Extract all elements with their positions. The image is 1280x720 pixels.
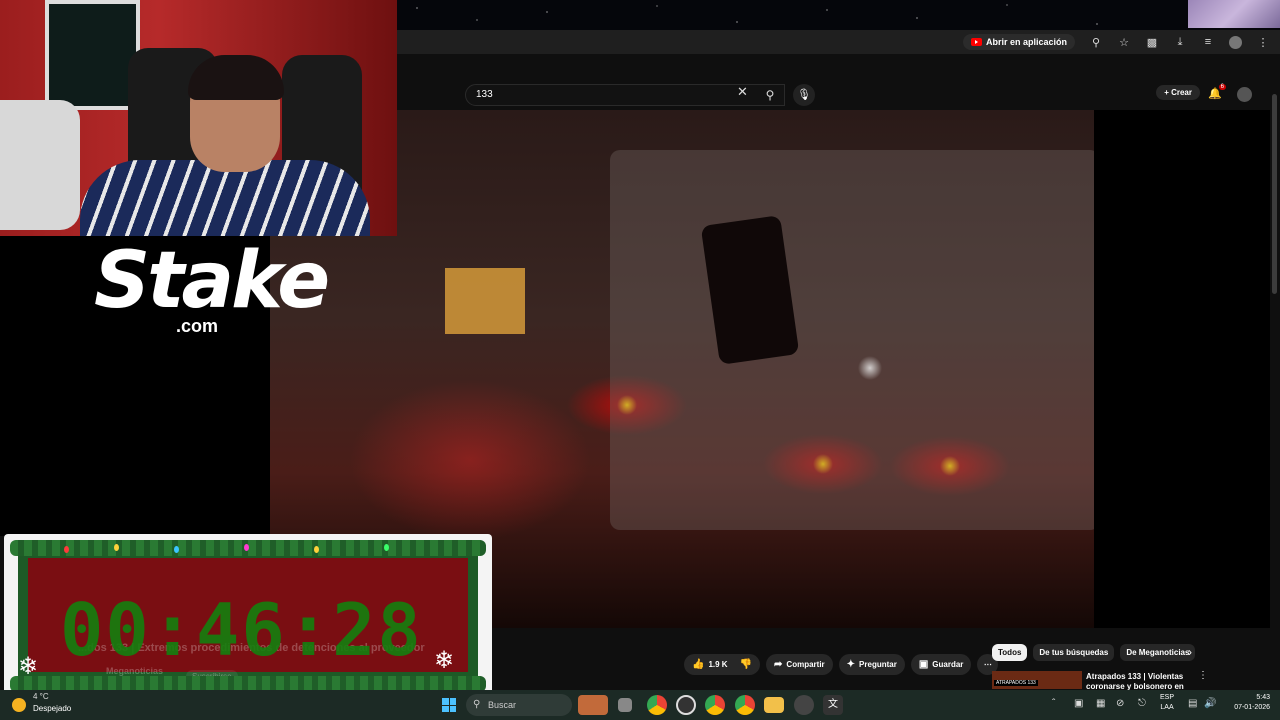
sparkle-icon: ✦: [846, 659, 856, 670]
tray-network-off-icon[interactable]: ⊘: [1116, 698, 1124, 709]
browser-toolbar: Abrir en aplicación ⚲ ☆ ▩ ⤓ ≡ ⋮: [397, 30, 1280, 54]
light-bulb-icon: [244, 544, 249, 551]
create-button[interactable]: + Crear: [1156, 85, 1200, 100]
timer-overlay: ...dos 133 | Extremos procedimientos de …: [4, 534, 492, 698]
search-icon: ⚲: [473, 699, 481, 710]
taskbar-search-label: Buscar: [488, 700, 517, 710]
recommendation-title[interactable]: Atrapados 133 | Violentas coronarse y bo…: [1086, 672, 1186, 690]
thumbs-down-icon[interactable]: 👎: [740, 659, 752, 670]
save-button[interactable]: ▣ Guardar: [910, 654, 972, 675]
webcam-person-hair: [188, 55, 284, 100]
video-sign-shape: [445, 268, 525, 334]
snowflake-icon: ❄: [434, 647, 455, 674]
weather-description: Despejado: [33, 704, 72, 713]
video-truck-shape: [610, 150, 1094, 530]
timer-frame: ...dos 133 | Extremos procedimientos de …: [18, 548, 478, 683]
corner-thumbnail: [1188, 0, 1280, 28]
related-chips: Todos De tus búsquedas De Meganoticias: [992, 644, 1196, 661]
chevron-right-icon[interactable]: ›: [1188, 645, 1192, 659]
download-icon[interactable]: ⤓: [1173, 36, 1187, 49]
countdown-timer: 00:46:28: [60, 588, 423, 672]
app-icon-dark[interactable]: [676, 695, 696, 715]
chip-all[interactable]: Todos: [992, 644, 1028, 661]
chip-from-channel[interactable]: De Meganoticias: [1120, 644, 1196, 661]
chrome-icon-profile[interactable]: [735, 695, 755, 715]
recommendation-thumbnail[interactable]: ATRAPADOS 133: [992, 671, 1082, 689]
light-bulb-icon: [384, 544, 389, 551]
language-indicator[interactable]: ESP LAA: [1160, 693, 1174, 713]
clear-search-icon[interactable]: ✕: [737, 84, 748, 100]
thumbs-up-icon: 👍: [692, 659, 705, 670]
share-icon: ➦: [774, 659, 783, 670]
taskbar-search[interactable]: ⚲ Buscar: [466, 694, 572, 716]
snowflake-icon: ❄: [18, 653, 39, 680]
recommendation-menu-icon[interactable]: ⋮: [1198, 670, 1208, 681]
language-top: ESP: [1160, 694, 1175, 701]
user-avatar[interactable]: [1237, 87, 1252, 102]
youtube-header: 133 ✕ ⚲ 🎙 + Crear 🔔 6: [397, 80, 1280, 110]
share-label: Compartir: [786, 660, 825, 669]
video-side-area: [1094, 110, 1270, 628]
chevron-up-icon[interactable]: ˆ: [1052, 698, 1055, 709]
light-bulb-icon: [64, 546, 69, 553]
light-bulb-icon: [314, 546, 319, 553]
like-button[interactable]: 👍 1.9 K 👎: [684, 654, 761, 675]
starry-banner: [397, 0, 1280, 30]
star-icon[interactable]: ☆: [1117, 36, 1131, 49]
weather-temperature: 4 °C: [33, 692, 49, 701]
notification-badge: 6: [1218, 84, 1226, 90]
light-bulb-icon: [114, 544, 119, 551]
menu-icon[interactable]: ⋮: [1256, 36, 1270, 49]
profile-icon[interactable]: [1229, 35, 1242, 49]
more-icon: ⋯: [983, 660, 992, 669]
task-view-icon[interactable]: [618, 698, 632, 712]
webcam-sofa: [0, 100, 80, 230]
share-button[interactable]: ➦ Compartir: [766, 654, 833, 675]
weather-icon[interactable]: [12, 698, 26, 712]
volume-icon[interactable]: 🔊: [1204, 698, 1216, 709]
webcam-feed: [0, 0, 397, 236]
chrome-icon[interactable]: [647, 695, 667, 715]
app-icon-game[interactable]: [578, 695, 608, 715]
light-bulb-icon: [174, 546, 179, 553]
media-player-icon[interactable]: [794, 695, 814, 715]
zoom-icon[interactable]: ⚲: [1089, 36, 1103, 49]
system-clock[interactable]: 5:43 07-01-2026: [1224, 693, 1270, 713]
ask-button[interactable]: ✦ Preguntar: [838, 654, 905, 675]
chip-from-searches[interactable]: De tus búsquedas: [1033, 644, 1115, 661]
tray-app-icon[interactable]: ▣: [1074, 698, 1083, 709]
notifications-icon[interactable]: 🔔 6: [1208, 84, 1226, 100]
open-in-app-button[interactable]: Abrir en aplicación: [962, 34, 1075, 50]
media-icon[interactable]: ≡: [1201, 36, 1215, 48]
scrollbar-thumb[interactable]: [1272, 94, 1277, 294]
screen: Abrir en aplicación ⚲ ☆ ▩ ⤓ ≡ ⋮ 133 ✕ ⚲ …: [0, 0, 1280, 720]
ask-label: Preguntar: [859, 660, 897, 669]
microphone-icon[interactable]: ⎋: [1138, 698, 1146, 709]
stake-logo-domain: .com: [176, 316, 219, 336]
chrome-icon-active[interactable]: [705, 695, 725, 715]
bookmark-icon: ▣: [918, 659, 929, 670]
thumbnail-badge: ATRAPADOS 133: [994, 680, 1038, 686]
webcam-window: [45, 0, 140, 110]
stake-logo-word: Stake: [94, 236, 330, 326]
translate-icon[interactable]: 文: [823, 695, 843, 715]
search-icon[interactable]: ⚲: [755, 84, 785, 106]
save-label: Guardar: [932, 660, 964, 669]
open-in-app-label: Abrir en aplicación: [985, 37, 1067, 47]
microphone-icon[interactable]: 🎙: [793, 84, 815, 106]
clock-time: 5:43: [1256, 694, 1270, 701]
folder-icon[interactable]: [764, 697, 784, 713]
like-count: 1.9 K: [708, 660, 728, 669]
create-label: Crear: [1171, 88, 1192, 97]
youtube-icon: [970, 38, 982, 46]
tray-grid-icon[interactable]: ▦: [1096, 698, 1105, 709]
windows-start-icon[interactable]: [442, 698, 456, 712]
extensions-icon[interactable]: ▩: [1145, 36, 1159, 49]
taskbar: 4 °C Despejado ⚲ Buscar 文 ˆ ▣ ▦ ⊘ ⎋ ESP …: [0, 690, 1280, 720]
clock-date: 07-01-2026: [1234, 704, 1270, 711]
video-actions: 👍 1.9 K 👎 ➦ Compartir ✦ Preguntar ▣ Guar…: [684, 654, 999, 676]
display-icon[interactable]: ▤: [1188, 698, 1197, 709]
page-scrollbar[interactable]: [1270, 80, 1280, 690]
language-bottom: LAA: [1160, 704, 1174, 711]
